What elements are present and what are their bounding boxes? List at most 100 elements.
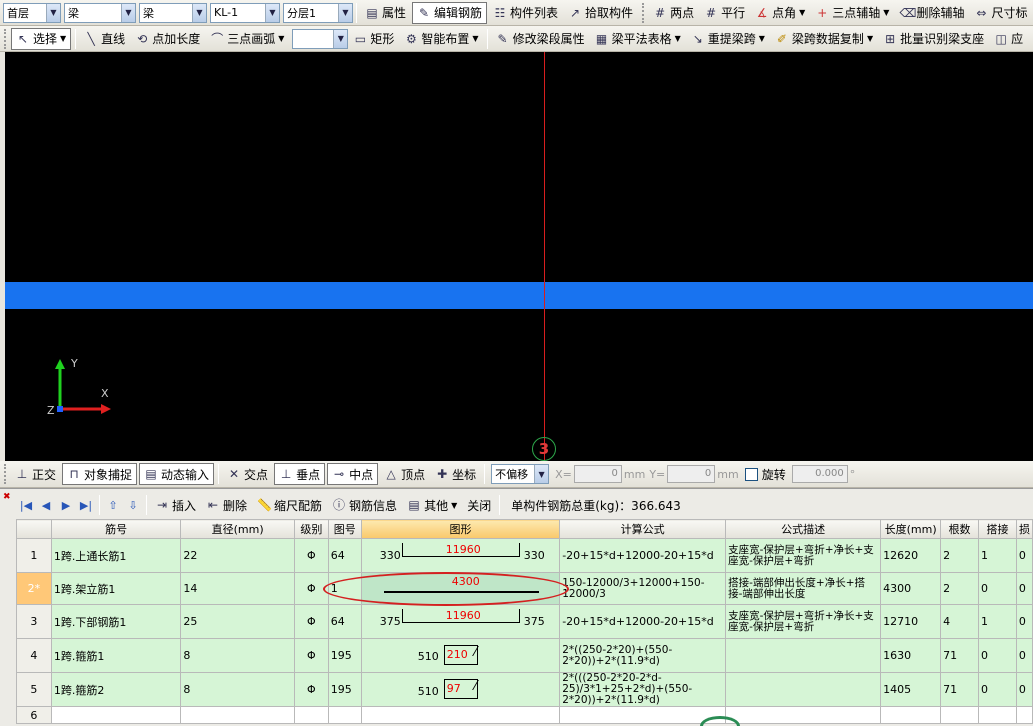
two-points-button[interactable]: # 两点 — [649, 2, 698, 24]
parallel-button[interactable]: # 平行 — [700, 2, 749, 24]
line-icon: ╲ — [87, 31, 95, 46]
first-record-icon[interactable]: |◀ — [16, 499, 36, 512]
dynamic-input-icon: ▤ — [145, 467, 157, 481]
vertex-snap-button[interactable]: △ 顶点 — [380, 463, 429, 485]
col-header[interactable]: 根数 — [940, 519, 980, 539]
col-header[interactable]: 直径(mm) — [180, 519, 295, 539]
vertex-icon: △ — [386, 467, 396, 481]
col-header[interactable]: 计算公式 — [559, 519, 727, 539]
edit-rebar-button[interactable]: ✎ 编辑钢筋 — [412, 1, 488, 24]
point-extend-button[interactable]: ⟲ 点加长度 — [131, 28, 204, 50]
rebar-info-button[interactable]: ⓘ 钢筋信息 — [328, 494, 401, 516]
select-button[interactable]: ↖ 选择 ▼ — [11, 27, 72, 50]
orthogonal-button[interactable]: ⊥ 正交 — [11, 463, 60, 485]
pick-component-button[interactable]: ↗ 拾取构件 — [564, 2, 637, 24]
dynamic-input-button[interactable]: ▤ 动态输入 — [139, 463, 215, 485]
line-button[interactable]: ╲ 直线 — [80, 28, 129, 50]
chevron-down-icon: ▼ — [60, 34, 67, 43]
properties-button[interactable]: ▤ 属性 — [361, 2, 410, 24]
floor-select[interactable]: 首层 ▼ — [3, 2, 61, 23]
close-button[interactable]: 关闭 — [463, 494, 495, 516]
three-point-axis-button[interactable]: + 三点辅轴 ▼ — [811, 2, 893, 24]
rotate-input[interactable]: 0.000 — [791, 465, 848, 483]
point-angle-button[interactable]: ∡ 点角 ▼ — [751, 2, 809, 24]
rebar-shape[interactable]: 375 11960 375 — [360, 604, 561, 639]
drawing-canvas[interactable]: 3 Y X Z — [5, 52, 1033, 461]
dimension-button[interactable]: ⇔ 尺寸标 — [970, 2, 1031, 24]
member-select[interactable]: KL-1 ▼ — [210, 2, 280, 23]
coordinate-snap-button[interactable]: ✚ 坐标 — [431, 463, 480, 485]
y-offset-input[interactable]: 0 — [667, 465, 716, 483]
col-header[interactable]: 级别 — [293, 519, 329, 539]
pencil-icon: ✎ — [418, 5, 430, 20]
smart-layout-button[interactable]: ⚙ 智能布置 ▼ — [400, 28, 482, 50]
last-record-icon[interactable]: ▶| — [76, 499, 96, 512]
component-list-button[interactable]: ☷ 构件列表 — [489, 2, 562, 24]
chevron-down-icon: ▼ — [866, 34, 874, 43]
rebar-shape[interactable]: 330 11960 330 — [360, 538, 561, 573]
layer-select[interactable]: 分层1 ▼ — [283, 2, 353, 23]
table-row[interactable]: 4 1跨.箍筋1 8 Φ 195 510 210 2*((250-2*20)+(… — [16, 638, 1033, 673]
rebar-shape[interactable]: 4300 — [360, 572, 561, 605]
rectangle-icon: ▭ — [354, 31, 367, 46]
rebar-shape[interactable]: 510 210 — [360, 638, 561, 673]
chevron-down-icon: ▼ — [799, 8, 806, 17]
col-header[interactable]: 公式描述 — [725, 519, 882, 539]
chevron-down-icon: ▼ — [278, 34, 285, 43]
three-point-arc-button[interactable]: ⌒ 三点画弧 ▼ — [206, 28, 288, 50]
table-row[interactable]: 5 1跨.箍筋2 8 Φ 195 510 97 2*(((250-2*20-2*… — [16, 672, 1033, 707]
move-up-icon[interactable]: ⇧ — [103, 499, 123, 512]
apply-icon: ◫ — [995, 31, 1007, 46]
col-header[interactable]: 图形 — [360, 519, 561, 539]
delete-button[interactable]: ⇤ 删除 — [202, 494, 251, 516]
col-header[interactable]: 筋号 — [50, 519, 182, 539]
col-header[interactable]: 损 — [1015, 519, 1033, 539]
col-header[interactable]: 图号 — [327, 519, 362, 539]
grid-axis-line — [544, 52, 545, 461]
close-icon[interactable]: ✖ — [3, 492, 13, 502]
identify-icon: ⊞ — [885, 31, 896, 46]
rectangle-button[interactable]: ▭ 矩形 — [349, 28, 398, 50]
batch-identify-button[interactable]: ⊞ 批量识别梁支座 — [879, 28, 988, 50]
arc-option-select[interactable]: ▼ — [292, 28, 349, 49]
x-offset-input[interactable]: 0 — [573, 465, 622, 483]
rebar-panel: ✖ |◀ ◀ ▶ ▶| ⇧ ⇩ ⇥ 插入 ⇤ 删除 📏 缩尺配筋 ⓘ 钢筋信息 ▤ 其他 ▼… — [0, 488, 1033, 726]
perpendicular-snap-button[interactable]: ⊥ 垂点 — [274, 463, 326, 485]
intersection-snap-button[interactable]: ✕ 交点 — [223, 463, 272, 485]
rebar-shape[interactable]: 510 97 — [360, 672, 561, 707]
prev-record-icon[interactable]: ◀ — [36, 499, 56, 512]
perpendicular-icon: ⊥ — [280, 467, 292, 481]
extract-icon: ↘ — [692, 31, 703, 46]
next-record-icon[interactable]: ▶ — [56, 499, 76, 512]
col-header[interactable]: 长度(mm) — [880, 519, 942, 539]
other-button[interactable]: ▤ 其他 ▼ — [403, 494, 461, 516]
delete-axis-button[interactable]: ⌫ 删除辅轴 — [895, 2, 968, 24]
flat-table-button[interactable]: ▦ 梁平法表格 ▼ — [591, 28, 685, 50]
stirrup-shape: 210 — [443, 645, 479, 665]
scale-rebar-button[interactable]: 📏 缩尺配筋 — [253, 494, 326, 516]
modify-span-button[interactable]: ✎ 修改梁段属性 — [492, 28, 589, 50]
offset-select[interactable]: 不偏移 ▼ — [491, 464, 550, 484]
move-down-icon[interactable]: ⇩ — [123, 499, 143, 512]
next-button[interactable]: ◫ 应 — [990, 28, 1027, 50]
rotate-checkbox[interactable] — [744, 467, 758, 481]
axis-label-3: 3 — [532, 437, 556, 461]
table-row[interactable]: 3 1跨.下部钢筋1 25 Φ 64 375 11960 375 -20+15*… — [16, 604, 1033, 639]
col-header[interactable]: 搭接 — [978, 519, 1017, 539]
element-type-select[interactable]: 梁 ▼ — [64, 2, 136, 23]
insert-button[interactable]: ⇥ 插入 — [151, 494, 200, 516]
table-row[interactable]: 2* 1跨.架立筋1 14 Φ 1 4300 150-12000/3+12000… — [16, 572, 1033, 605]
table-icon: ▦ — [595, 31, 608, 46]
span-copy-button[interactable]: ✐ 梁跨数据复制 ▼ — [771, 28, 877, 50]
snap-toolbar: ⊥ 正交 ⊓ 对象捕捉 ▤ 动态输入 ✕ 交点 ⊥ 垂点 ⊸ 中点 △ 顶点 ✚ 坐标 不偏移 ▼… — [0, 461, 1033, 488]
chevron-down-icon: ▼ — [338, 3, 352, 22]
re-extract-span-button[interactable]: ↘ 重提梁跨 ▼ — [687, 28, 769, 50]
chevron-down-icon: ▼ — [46, 3, 60, 22]
table-row[interactable]: 6 — [16, 706, 1033, 724]
element-subtype-select[interactable]: 梁 ▼ — [139, 2, 207, 23]
table-row[interactable]: 1 1跨.上通长筋1 22 Φ 64 330 11960 330 -20+15*… — [16, 538, 1033, 573]
eraser-icon: ⌫ — [899, 5, 917, 20]
object-snap-button[interactable]: ⊓ 对象捕捉 — [62, 463, 138, 485]
midpoint-snap-button[interactable]: ⊸ 中点 — [327, 463, 379, 485]
beam-element[interactable] — [5, 282, 1033, 309]
